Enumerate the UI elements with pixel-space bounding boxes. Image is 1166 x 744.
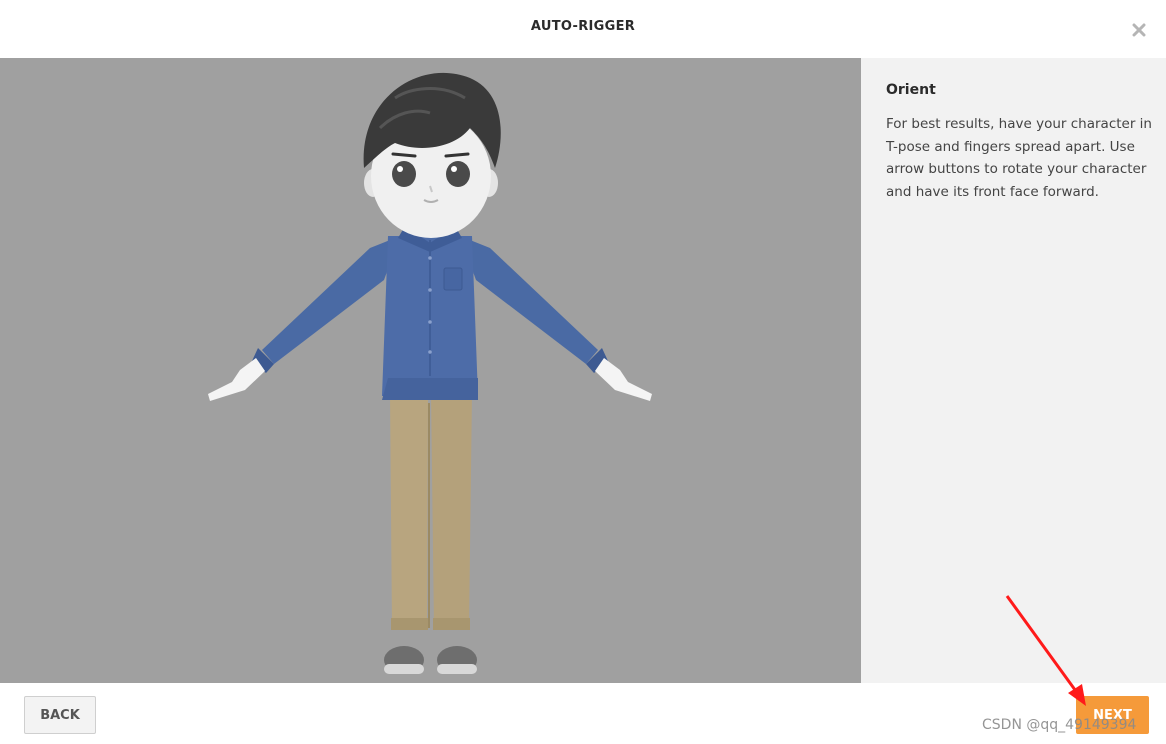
dialog-header: AUTO-RIGGER	[0, 0, 1166, 58]
step-heading: Orient	[886, 82, 936, 98]
back-button[interactable]: BACK	[24, 696, 96, 734]
dialog-title: AUTO-RIGGER	[530, 19, 636, 34]
dialog-footer: BACK NEXT CSDN @qq_49149394	[0, 683, 1166, 744]
close-icon[interactable]	[1127, 18, 1151, 42]
3d-viewport[interactable]	[0, 58, 861, 683]
character-model	[208, 72, 652, 674]
step-description: For best results, have your character in…	[886, 116, 1152, 200]
watermark-text: CSDN @qq_49149394	[982, 717, 1137, 733]
instructions-panel: Orient For best results, have your chara…	[861, 58, 1166, 683]
